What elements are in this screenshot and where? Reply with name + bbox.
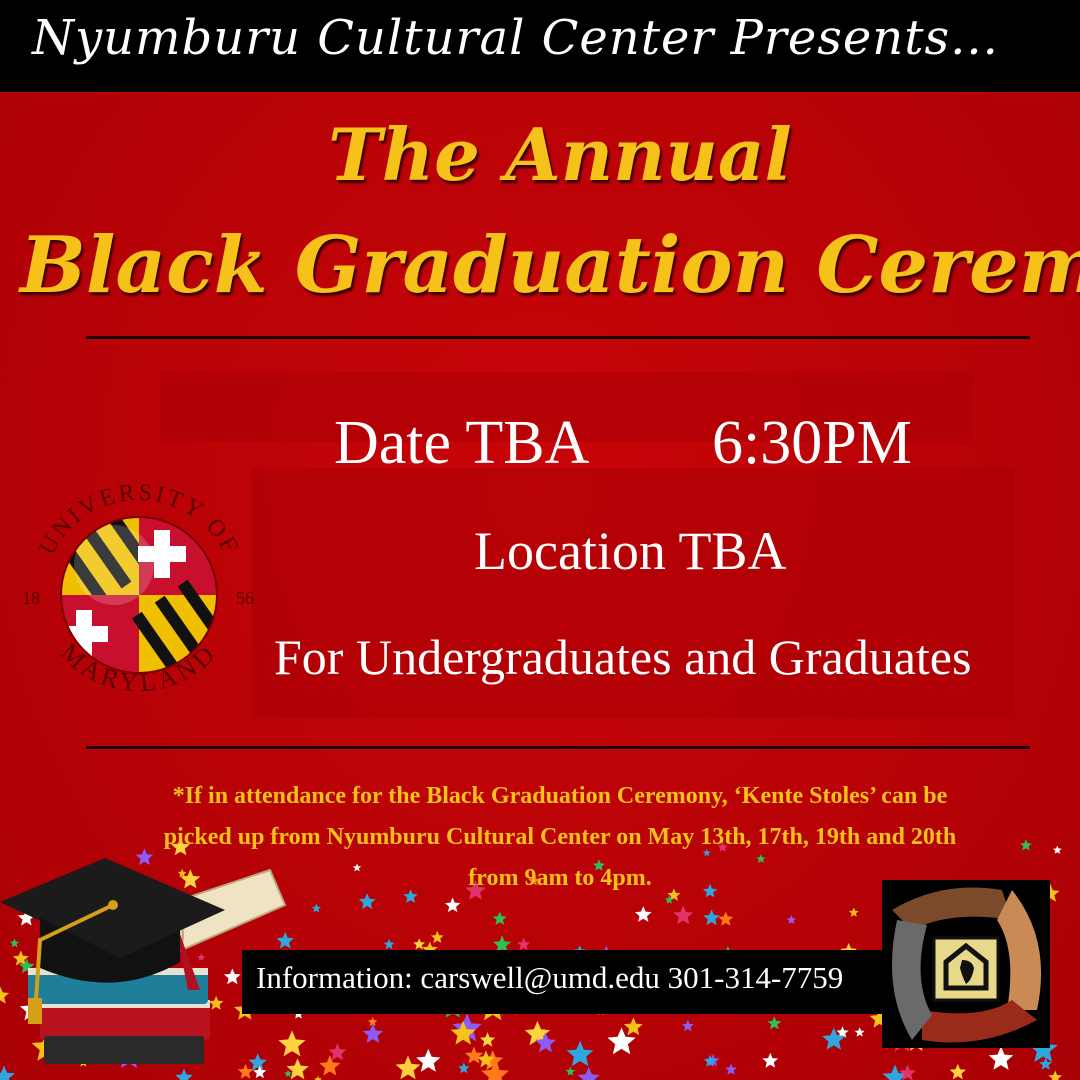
university-of-maryland-seal: UNIVERSITY OF MARYLAND 18 56 <box>22 480 254 698</box>
confetti-star <box>430 930 444 943</box>
confetti-star <box>725 1063 737 1075</box>
contact-box: Information: carswell@umd.edu 301-314-77… <box>242 950 882 1014</box>
event-poster: Nyumburu Cultural Center Presents... The… <box>0 0 1080 1080</box>
event-time: 6:30PM <box>712 409 912 477</box>
confetti-star <box>848 907 859 917</box>
presenter-heading: Nyumburu Cultural Center Presents... <box>32 10 999 66</box>
confetti-star <box>718 911 734 926</box>
notice-line-1: *If in attendance for the Black Graduati… <box>172 783 948 809</box>
nyumburu-hands-logo <box>882 880 1050 1048</box>
header-bar: Nyumburu Cultural Center Presents... <box>0 0 1080 92</box>
confetti-star <box>634 906 652 922</box>
contact-info: Information: carswell@umd.edu 301-314-77… <box>256 960 844 995</box>
confetti-star <box>362 1023 384 1043</box>
event-date: Date TBA <box>334 409 590 477</box>
title-line-2: Black Graduation Ceremony <box>20 220 1080 311</box>
confetti-star <box>949 1063 966 1080</box>
confetti-star <box>762 1052 779 1068</box>
confetti-star <box>988 1046 1014 1070</box>
confetti-star <box>517 937 531 951</box>
confetti-star <box>465 1046 483 1064</box>
confetti-star <box>566 1040 594 1067</box>
confetti-star <box>395 1055 421 1080</box>
confetti-star <box>237 1063 254 1079</box>
confetti-star <box>175 1068 193 1080</box>
confetti-star <box>623 1017 643 1036</box>
seal-year-left: 18 <box>22 588 40 608</box>
confetti-star <box>577 1066 600 1080</box>
title-line-1: The Annual <box>328 112 792 197</box>
event-location: Location TBA <box>474 521 787 581</box>
confetti-star <box>1048 1070 1063 1080</box>
confetti-star <box>284 1069 292 1077</box>
confetti-star <box>314 1075 322 1080</box>
confetti-star <box>767 1016 782 1030</box>
confetti-star <box>492 911 507 925</box>
confetti-star <box>383 938 395 950</box>
confetti-star <box>0 1065 15 1080</box>
confetti-star <box>854 1027 865 1037</box>
confetti-star <box>786 915 797 924</box>
event-audience: For Undergraduates and Graduates <box>274 629 972 685</box>
confetti-star <box>319 1055 341 1076</box>
confetti-star <box>416 1048 441 1072</box>
divider-top <box>86 336 1030 339</box>
confetti-star <box>479 1032 496 1047</box>
confetti-star <box>703 909 720 926</box>
confetti-star <box>328 1043 347 1061</box>
books-icon <box>28 968 210 1064</box>
confetti-star <box>445 897 461 913</box>
divider-bottom <box>86 746 1030 749</box>
confetti-star <box>458 1062 470 1074</box>
confetti-star <box>565 1066 576 1076</box>
confetti-star <box>681 1019 694 1032</box>
confetti-star <box>311 903 321 913</box>
seal-year-right: 56 <box>236 588 254 608</box>
confetti-star <box>673 905 694 925</box>
